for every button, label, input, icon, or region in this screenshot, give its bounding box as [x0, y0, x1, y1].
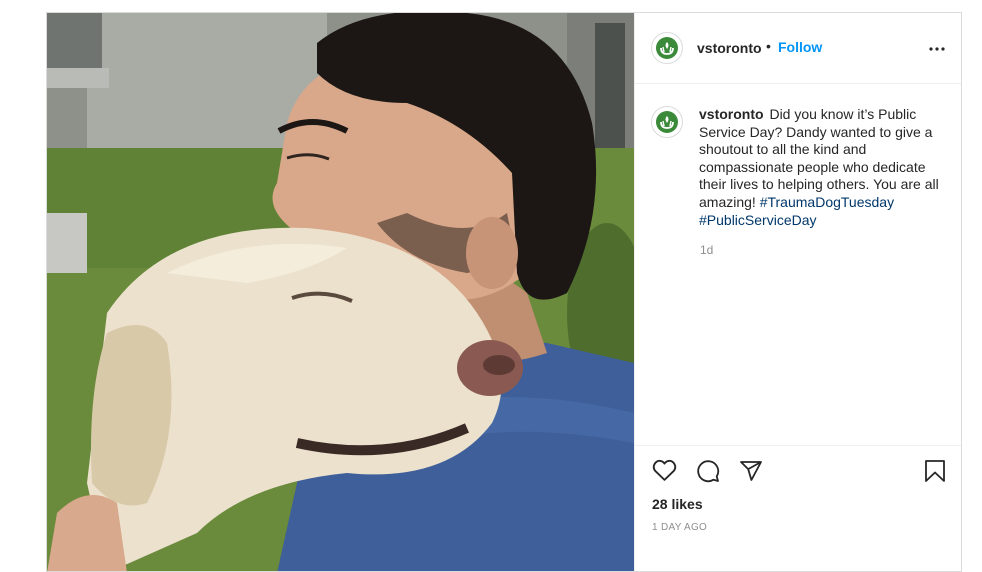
avatar[interactable] [651, 32, 683, 64]
post-photo-image [47, 13, 634, 571]
paper-plane-icon[interactable] [739, 459, 763, 488]
more-horizontal-icon[interactable] [929, 39, 945, 57]
bookmark-icon[interactable] [924, 459, 946, 488]
hashtag-link[interactable]: #TraumaDogTuesday [760, 194, 894, 210]
follow-button[interactable]: Follow [778, 39, 822, 55]
caption-text: vstoronto Did you know it’s Public Servi… [699, 106, 949, 229]
post-header: vstoronto • Follow [635, 13, 961, 84]
instagram-post: vstoronto • Follow vstoronto Did you kno… [46, 12, 962, 572]
likes-count[interactable]: 28 likes [652, 496, 703, 512]
post-photo[interactable] [47, 13, 634, 571]
caption-avatar[interactable] [651, 106, 683, 138]
username[interactable]: vstoronto [697, 40, 762, 56]
post-timestamp: 1 DAY AGO [652, 522, 708, 533]
action-bar [635, 445, 961, 446]
comment-bubble-icon[interactable] [696, 459, 720, 488]
caption-time: 1d [700, 243, 714, 257]
post-sidebar: vstoronto • Follow vstoronto Did you kno… [634, 13, 961, 571]
logo-icon [656, 37, 678, 59]
separator-dot: • [766, 38, 771, 54]
logo-icon [656, 111, 678, 133]
heart-icon[interactable] [652, 459, 677, 487]
hashtag-link[interactable]: #PublicServiceDay [699, 212, 817, 228]
caption-username[interactable]: vstoronto [699, 106, 764, 122]
